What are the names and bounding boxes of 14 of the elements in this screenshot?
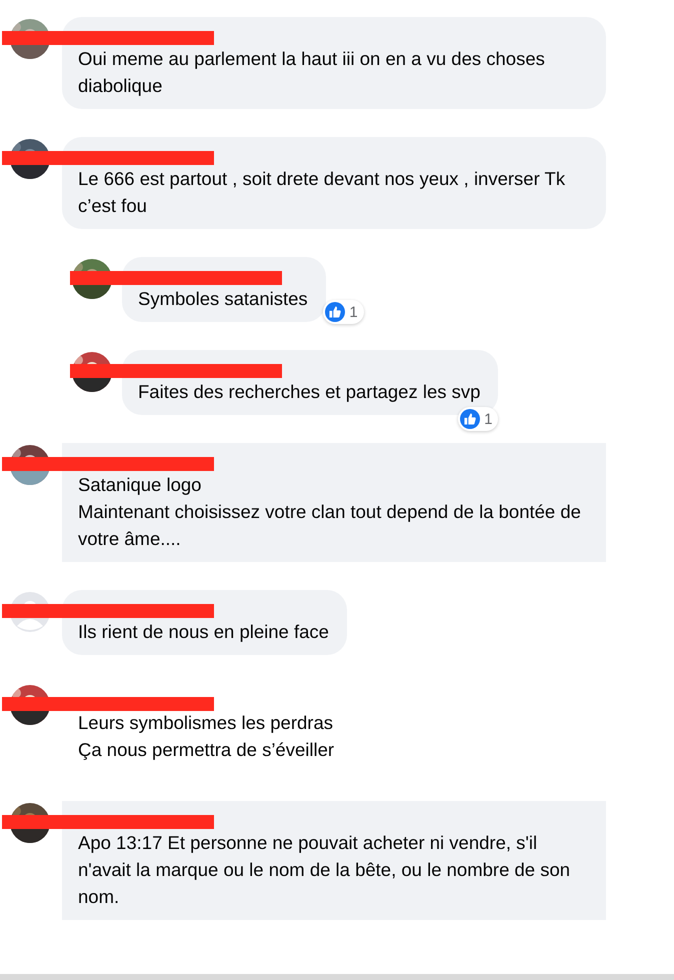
- comment-text: Apo 13:17 Et personne ne pouvait acheter ni vendre, s'il n'avait la marque ou le nom de la bête, ou le nombre de son nom.: [78, 831, 572, 909]
- reaction-badge[interactable]: 1: [458, 407, 498, 431]
- reaction-count: 1: [484, 410, 492, 428]
- comment-text: Le 666 est partout , soit drete devant nos yeux , inverser Tk c’est fou: [78, 167, 566, 218]
- comment-text: Satanique logo Maintenant choisissez votre clan tout depend de la bontée de votre âme....: [78, 473, 582, 551]
- comment-text: Leurs symbolismes les perdras Ça nous permettra de s’éveiller: [78, 711, 334, 762]
- comment-text: Ils rient de nous en pleine face: [78, 620, 329, 644]
- comment-text: Symboles satanistes: [138, 287, 308, 311]
- reaction-badge[interactable]: 1: [323, 300, 364, 324]
- comment-text: Oui meme au parlement la haut iii on en a vu des choses diabolique: [78, 47, 546, 98]
- like-icon: [325, 302, 346, 322]
- comment-text: Faites des recherches et partagez les svp: [138, 380, 480, 404]
- reaction-count: 1: [349, 304, 358, 320]
- like-icon: [460, 409, 480, 429]
